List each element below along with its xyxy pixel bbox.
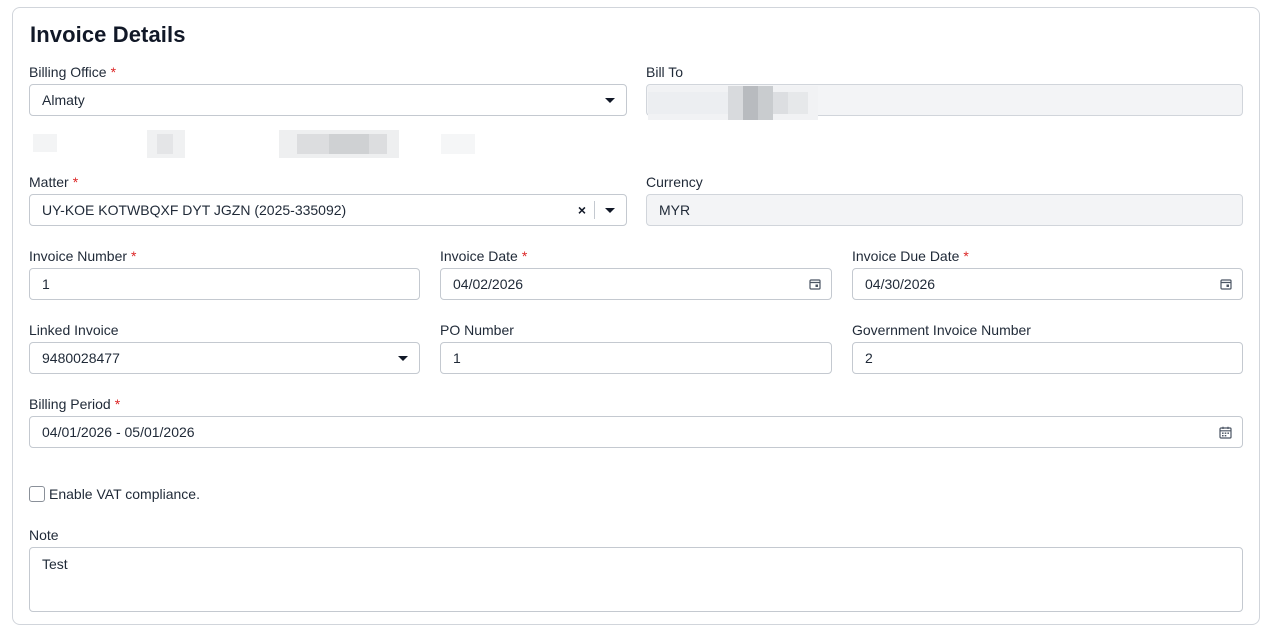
invoice-date-label-text: Invoice Date — [440, 248, 518, 264]
currency-value: MYR — [659, 202, 691, 218]
calendar-icon-graphic — [809, 279, 821, 290]
calendar-icon[interactable] — [1220, 278, 1232, 290]
linked-invoice-select[interactable]: 9480028477 — [29, 342, 420, 374]
vat-compliance-checkbox[interactable] — [29, 486, 45, 502]
vat-compliance-row[interactable]: Enable VAT compliance. — [29, 486, 200, 502]
government-invoice-number-value: 2 — [865, 350, 873, 366]
po-number-input[interactable]: 1 — [440, 342, 832, 374]
vat-compliance-label[interactable]: Enable VAT compliance. — [49, 486, 200, 502]
billing-office-label: Billing Office * — [29, 64, 116, 80]
redacted-office-details — [29, 128, 479, 160]
select-divider — [594, 201, 595, 219]
billing-office-label-text: Billing Office — [29, 64, 107, 80]
required-mark: * — [72, 174, 79, 190]
required-mark: * — [114, 396, 121, 412]
chevron-down-icon[interactable] — [605, 207, 615, 213]
invoice-details-card: Invoice Details Billing Office * Almaty B… — [12, 7, 1260, 625]
invoice-number-value: 1 — [42, 276, 50, 292]
invoice-due-date-label: Invoice Due Date * — [852, 248, 969, 264]
invoice-due-date-value: 04/30/2026 — [865, 276, 936, 292]
calendar-icon[interactable] — [809, 278, 821, 290]
required-mark: * — [110, 64, 117, 80]
matter-label-text: Matter — [29, 174, 69, 190]
billing-period-label-text: Billing Period — [29, 396, 111, 412]
linked-invoice-value: 9480028477 — [42, 350, 120, 366]
billing-office-value: Almaty — [42, 92, 85, 108]
invoice-due-date-label-text: Invoice Due Date — [852, 248, 960, 264]
page-title: Invoice Details — [30, 22, 186, 47]
matter-label: Matter * — [29, 174, 78, 190]
matter-select[interactable]: UY-KOE KOTWBQXF DYT JGZN (2025-335092) × — [29, 194, 627, 226]
redacted-bill-to — [648, 86, 818, 120]
invoice-number-label: Invoice Number * — [29, 248, 137, 264]
invoice-due-date-input[interactable]: 04/30/2026 — [852, 268, 1243, 300]
billing-period-label: Billing Period * — [29, 396, 120, 412]
required-mark: * — [521, 248, 528, 264]
note-label: Note — [29, 527, 59, 543]
note-value: Test — [42, 556, 68, 572]
clear-icon[interactable]: × — [578, 203, 586, 217]
billing-office-select[interactable]: Almaty — [29, 84, 627, 116]
billing-period-value: 04/01/2026 - 05/01/2026 — [42, 424, 195, 440]
invoice-number-label-text: Invoice Number — [29, 248, 128, 264]
calendar-icon-graphic — [1220, 279, 1232, 290]
invoice-number-input[interactable]: 1 — [29, 268, 420, 300]
invoice-date-input[interactable]: 04/02/2026 — [440, 268, 832, 300]
invoice-date-label: Invoice Date * — [440, 248, 527, 264]
required-mark: * — [963, 248, 969, 264]
billing-period-input[interactable]: 04/01/2026 - 05/01/2026 — [29, 416, 1243, 448]
redacted-blur-graphic — [33, 130, 475, 158]
government-invoice-number-input[interactable]: 2 — [852, 342, 1243, 374]
chevron-down-icon — [605, 97, 615, 103]
po-number-value: 1 — [453, 350, 461, 366]
invoice-date-value: 04/02/2026 — [453, 276, 524, 292]
bill-to-label: Bill To — [646, 64, 684, 80]
linked-invoice-label: Linked Invoice — [29, 322, 119, 338]
currency-field: MYR — [646, 194, 1243, 226]
po-number-label: PO Number — [440, 322, 514, 338]
note-textarea[interactable]: Test — [29, 547, 1243, 612]
calendar-range-icon[interactable] — [1219, 426, 1232, 439]
government-invoice-number-label: Government Invoice Number — [852, 322, 1031, 338]
calendar-range-icon-graphic — [1219, 426, 1232, 439]
currency-label: Currency — [646, 174, 703, 190]
matter-value: UY-KOE KOTWBQXF DYT JGZN (2025-335092) — [42, 202, 347, 218]
required-mark: * — [131, 248, 137, 264]
chevron-down-icon — [398, 355, 408, 361]
redacted-blur-graphic — [648, 86, 818, 120]
